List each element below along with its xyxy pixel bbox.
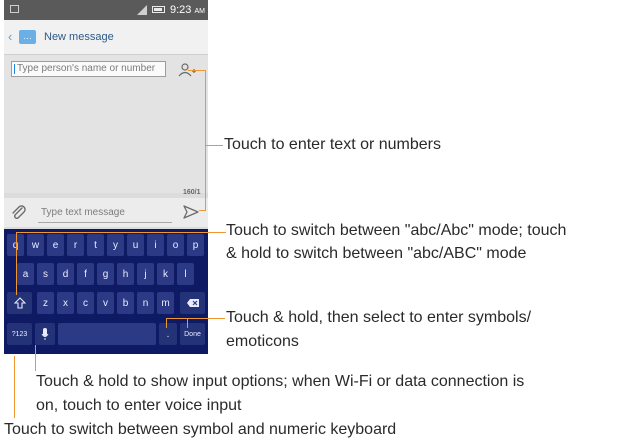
key-n[interactable]: n bbox=[137, 292, 154, 314]
key-f[interactable]: f bbox=[77, 263, 94, 285]
annotation-shift-line1: Touch to switch between "abc/Abc" mode; … bbox=[226, 222, 567, 239]
page-title: New message bbox=[44, 31, 114, 43]
key-c[interactable]: c bbox=[77, 292, 94, 314]
notification-icon bbox=[10, 5, 19, 13]
leader-line-mic bbox=[35, 345, 36, 371]
key-p[interactable]: p bbox=[187, 234, 204, 256]
status-time: 9:23 AM bbox=[170, 4, 205, 16]
annotation-numeric: Touch to switch between symbol and numer… bbox=[4, 421, 397, 438]
symbols-key[interactable]: ?123 bbox=[7, 323, 32, 345]
shift-icon bbox=[13, 297, 26, 309]
key-w[interactable]: w bbox=[27, 234, 44, 256]
action-bar: ‹ … New message bbox=[4, 20, 208, 55]
annotation-symbols-line1: Touch & hold, then select to enter symbo… bbox=[226, 309, 532, 326]
leader-line-text-bottom bbox=[199, 210, 206, 211]
key-u[interactable]: u bbox=[127, 234, 144, 256]
microphone-icon bbox=[41, 328, 49, 340]
leader-line-symbols-right bbox=[187, 318, 188, 328]
key-r[interactable]: r bbox=[67, 234, 84, 256]
annotation-text-field: Touch to enter text or numbers bbox=[224, 136, 441, 153]
text-cursor bbox=[14, 64, 15, 74]
annotation-mic-line1: Touch & hold to show input options; when… bbox=[36, 373, 525, 390]
key-k[interactable]: k bbox=[157, 263, 174, 285]
compose-area: Type person's name or number bbox=[4, 55, 208, 193]
key-y[interactable]: y bbox=[107, 234, 124, 256]
annotation-shift-line2: & hold to switch between "abc/ABC" mode bbox=[226, 245, 527, 262]
key-a[interactable]: a bbox=[17, 263, 34, 285]
key-j[interactable]: j bbox=[137, 263, 154, 285]
key-e[interactable]: e bbox=[47, 234, 64, 256]
leader-line-numeric bbox=[14, 356, 15, 418]
key-l[interactable]: l bbox=[177, 263, 194, 285]
key-m[interactable]: m bbox=[157, 292, 174, 314]
key-g[interactable]: g bbox=[97, 263, 114, 285]
message-icon[interactable]: … bbox=[19, 30, 36, 44]
key-t[interactable]: t bbox=[87, 234, 104, 256]
status-bar: 9:23 AM bbox=[4, 0, 208, 20]
annotation-mic-line2: on, touch to enter voice input bbox=[36, 397, 242, 414]
key-i[interactable]: i bbox=[147, 234, 164, 256]
leader-line-shift-top bbox=[16, 232, 226, 233]
recipient-placeholder: Type person's name or number bbox=[17, 63, 156, 74]
message-placeholder: Type text message bbox=[41, 207, 125, 218]
leader-line-text-vertical bbox=[205, 70, 206, 210]
key-z[interactable]: z bbox=[37, 292, 54, 314]
chevron-left-icon[interactable]: ‹ bbox=[8, 29, 12, 45]
battery-icon bbox=[152, 6, 165, 13]
leader-line-symbols-left bbox=[166, 318, 167, 328]
send-icon[interactable] bbox=[182, 204, 200, 220]
soft-keyboard: q w e r t y u i o p a s d f g h j k l z … bbox=[4, 229, 208, 354]
leader-line-symbols-top bbox=[166, 318, 225, 319]
delete-key[interactable] bbox=[180, 292, 205, 314]
period-key[interactable]: . bbox=[159, 323, 177, 345]
leader-line-text-to-label bbox=[205, 145, 223, 146]
signal-icon bbox=[137, 5, 147, 15]
key-s[interactable]: s bbox=[37, 263, 54, 285]
space-key[interactable] bbox=[58, 323, 156, 345]
phone-screenshot: 9:23 AM ‹ … New message Type person's na… bbox=[4, 0, 208, 354]
recipient-input[interactable]: Type person's name or number bbox=[11, 61, 166, 77]
key-d[interactable]: d bbox=[57, 263, 74, 285]
message-entry-row: Type text message bbox=[4, 198, 208, 227]
key-o[interactable]: o bbox=[167, 234, 184, 256]
done-key[interactable]: Done bbox=[180, 323, 205, 345]
key-b[interactable]: b bbox=[117, 292, 134, 314]
key-v[interactable]: v bbox=[97, 292, 114, 314]
leader-line-shift-vertical bbox=[16, 232, 17, 295]
leader-line-text-top bbox=[188, 70, 206, 71]
microphone-key[interactable] bbox=[35, 323, 55, 345]
message-input[interactable]: Type text message bbox=[38, 204, 172, 223]
key-x[interactable]: x bbox=[57, 292, 74, 314]
key-h[interactable]: h bbox=[117, 263, 134, 285]
character-counter: 160/1 bbox=[183, 189, 201, 196]
backspace-icon bbox=[186, 299, 199, 307]
paperclip-icon[interactable] bbox=[10, 204, 28, 222]
shift-key[interactable] bbox=[7, 292, 32, 314]
annotation-symbols-line2: emoticons bbox=[226, 333, 299, 350]
